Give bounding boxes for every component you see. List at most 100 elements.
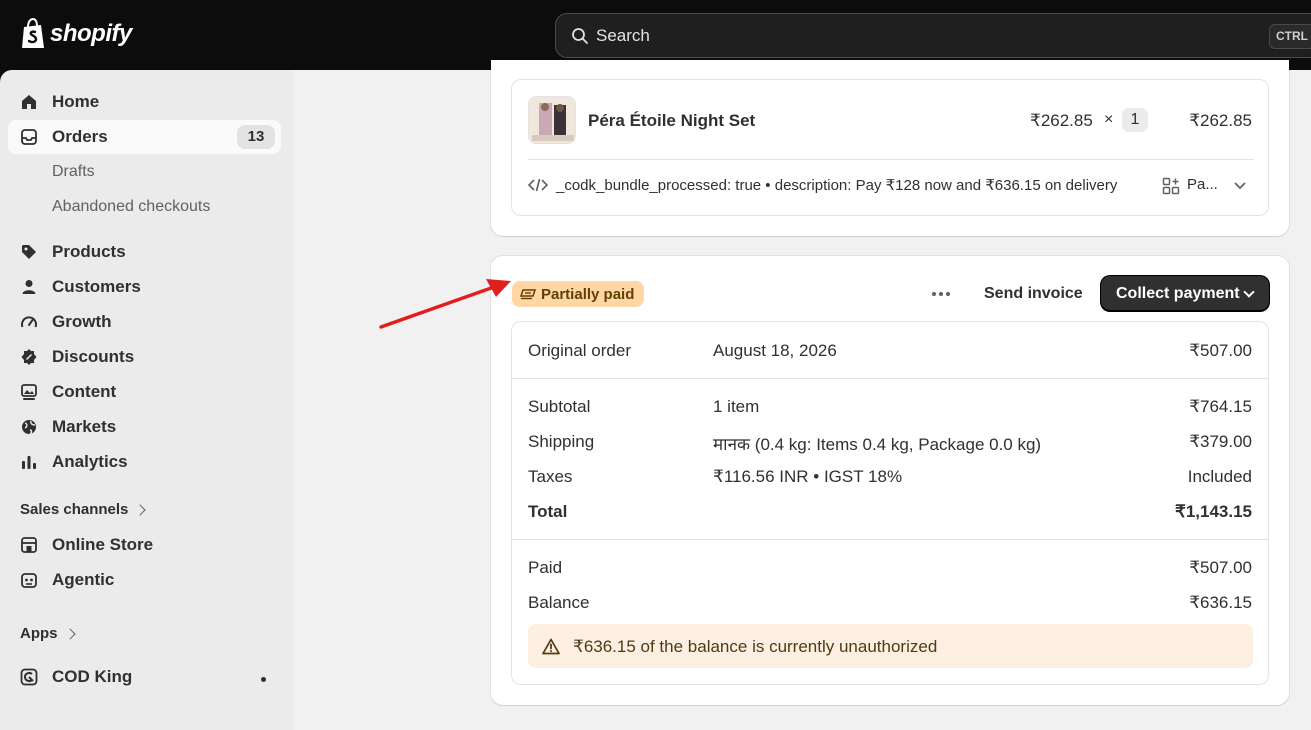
bar-chart-icon [22,456,36,469]
total-label: Total [528,502,568,521]
divider [528,159,1254,160]
sidebar-item-label: Online Store [52,535,154,554]
sidebar-item-analytics[interactable]: Analytics [8,445,281,479]
truncated-property: Pa... [1187,176,1218,193]
logo-text: shopify [50,20,132,47]
sidebar-item-label: Abandoned checkouts [52,198,211,215]
chevron-down-icon [1243,286,1255,298]
sidebar-item-products[interactable]: Products [8,235,281,269]
annotation-arrow [379,279,511,329]
original-order-amount: ₹507.00 [1189,341,1252,360]
sidebar: Home Orders 13 Drafts Abandoned checkout… [0,70,294,730]
balance-label: Balance [528,593,590,612]
sidebar-item-label: Agentic [52,570,115,589]
dot [932,292,936,296]
divider [512,539,1268,540]
status-badge-label: Partially paid [541,285,635,303]
product-image [529,97,575,143]
sidebar-item-label: Analytics [52,452,128,471]
search-placeholder: Search [596,25,650,45]
tag-icon [22,245,36,259]
chevron-right-icon [63,627,76,640]
sidebar-item-label: Content [52,382,117,401]
taxes-value: Included [1187,467,1252,486]
payment-card: Original order August 18, 2026 ₹507.00 S… [491,256,1289,705]
dot [946,292,950,296]
gauge-icon [21,316,37,328]
cash-icon [520,289,536,300]
quantity-badge: 1 [1122,108,1148,132]
shipping-value: ₹379.00 [1189,432,1252,451]
code-icon [528,178,548,192]
orders-count-badge: 13 [237,125,275,149]
app-icon [20,668,38,686]
sidebar-item-growth[interactable]: Growth [8,305,281,339]
chevron-down-icon[interactable] [1233,181,1247,191]
divider [512,378,1268,379]
line-items-card: Péra Étoile Night Set ₹262.85 × 1 ₹262.8… [491,60,1289,236]
chevron-right-icon [134,503,147,516]
apps-heading[interactable]: Apps [20,625,76,642]
unauthorized-balance-alert: ₹636.15 of the balance is currently unau… [528,624,1253,668]
sidebar-item-label: Drafts [52,163,95,180]
product-title[interactable]: Péra Étoile Night Set [588,111,755,131]
sales-channels-label: Sales channels [20,501,129,518]
paid-label: Paid [528,558,563,577]
sidebar-item-label: Growth [52,312,112,331]
shipping-label: Shipping [528,432,595,451]
orders-icon [21,129,37,145]
search-bar[interactable]: Search CTRL [555,13,1311,58]
sidebar-item-label: Orders [52,127,108,146]
home-icon [22,95,36,109]
sidebar-item-home[interactable]: Home [8,85,281,119]
product-thumbnail[interactable] [528,96,576,144]
paid-value: ₹507.00 [1189,558,1252,577]
send-invoice-button[interactable]: Send invoice [972,280,1095,308]
search-shortcut-key: CTRL [1269,24,1311,49]
original-order-date: August 18, 2026 [713,341,837,360]
app-status-dot [261,677,266,682]
sidebar-item-drafts[interactable]: Drafts [8,155,281,189]
shipping-detail: मानक (0.4 kg: Items 0.4 kg, Package 0.0 … [713,435,1042,454]
alert-text: ₹636.15 of the balance is currently unau… [573,637,938,656]
line-item-box: Péra Étoile Night Set ₹262.85 × 1 ₹262.8… [511,79,1269,216]
payment-status-badge: Partially paid [512,281,645,307]
shopify-bag-icon [22,18,44,48]
collect-payment-button[interactable]: Collect payment [1101,276,1269,311]
store-icon [21,537,37,553]
sidebar-item-cod-king[interactable]: COD King [8,660,281,694]
sidebar-item-customers[interactable]: Customers [8,270,281,304]
line-total: ₹262.85 [1189,111,1252,130]
sidebar-item-agentic[interactable]: Agentic [8,563,281,597]
total-value: ₹1,143.15 [1175,502,1252,521]
more-actions-button[interactable] [929,283,953,305]
agentic-icon [21,573,37,588]
apps-label: Apps [20,625,58,642]
collect-payment-label: Collect payment [1116,284,1240,302]
sidebar-item-label: Home [52,92,100,111]
subtotal-label: Subtotal [528,397,591,416]
discount-icon [21,349,37,365]
warning-icon [542,638,560,655]
subtotal-value: ₹764.15 [1189,397,1252,416]
sidebar-item-markets[interactable]: Markets [8,410,281,444]
person-icon [22,280,36,294]
times-sign: × [1104,111,1114,128]
taxes-detail: ₹116.56 INR • IGST 18% [713,467,903,486]
payment-summary: Original order August 18, 2026 ₹507.00 S… [511,321,1269,685]
original-order-label: Original order [528,341,631,360]
sales-channels-heading[interactable]: Sales channels [20,501,147,518]
taxes-label: Taxes [528,467,573,486]
sidebar-item-content[interactable]: Content [8,375,281,409]
unit-price: ₹262.85 [1030,111,1093,130]
sidebar-item-online-store[interactable]: Online Store [8,528,281,562]
sidebar-item-orders[interactable]: Orders 13 [8,120,281,154]
sidebar-item-label: COD King [52,667,133,686]
sidebar-item-label: Discounts [52,347,135,366]
sidebar-item-discounts[interactable]: Discounts [8,340,281,374]
dot [939,292,943,296]
globe-icon [22,420,36,435]
sidebar-item-abandoned-checkouts[interactable]: Abandoned checkouts [8,190,281,224]
shopify-logo[interactable]: shopify [20,18,132,50]
sidebar-item-label: Customers [52,277,141,296]
